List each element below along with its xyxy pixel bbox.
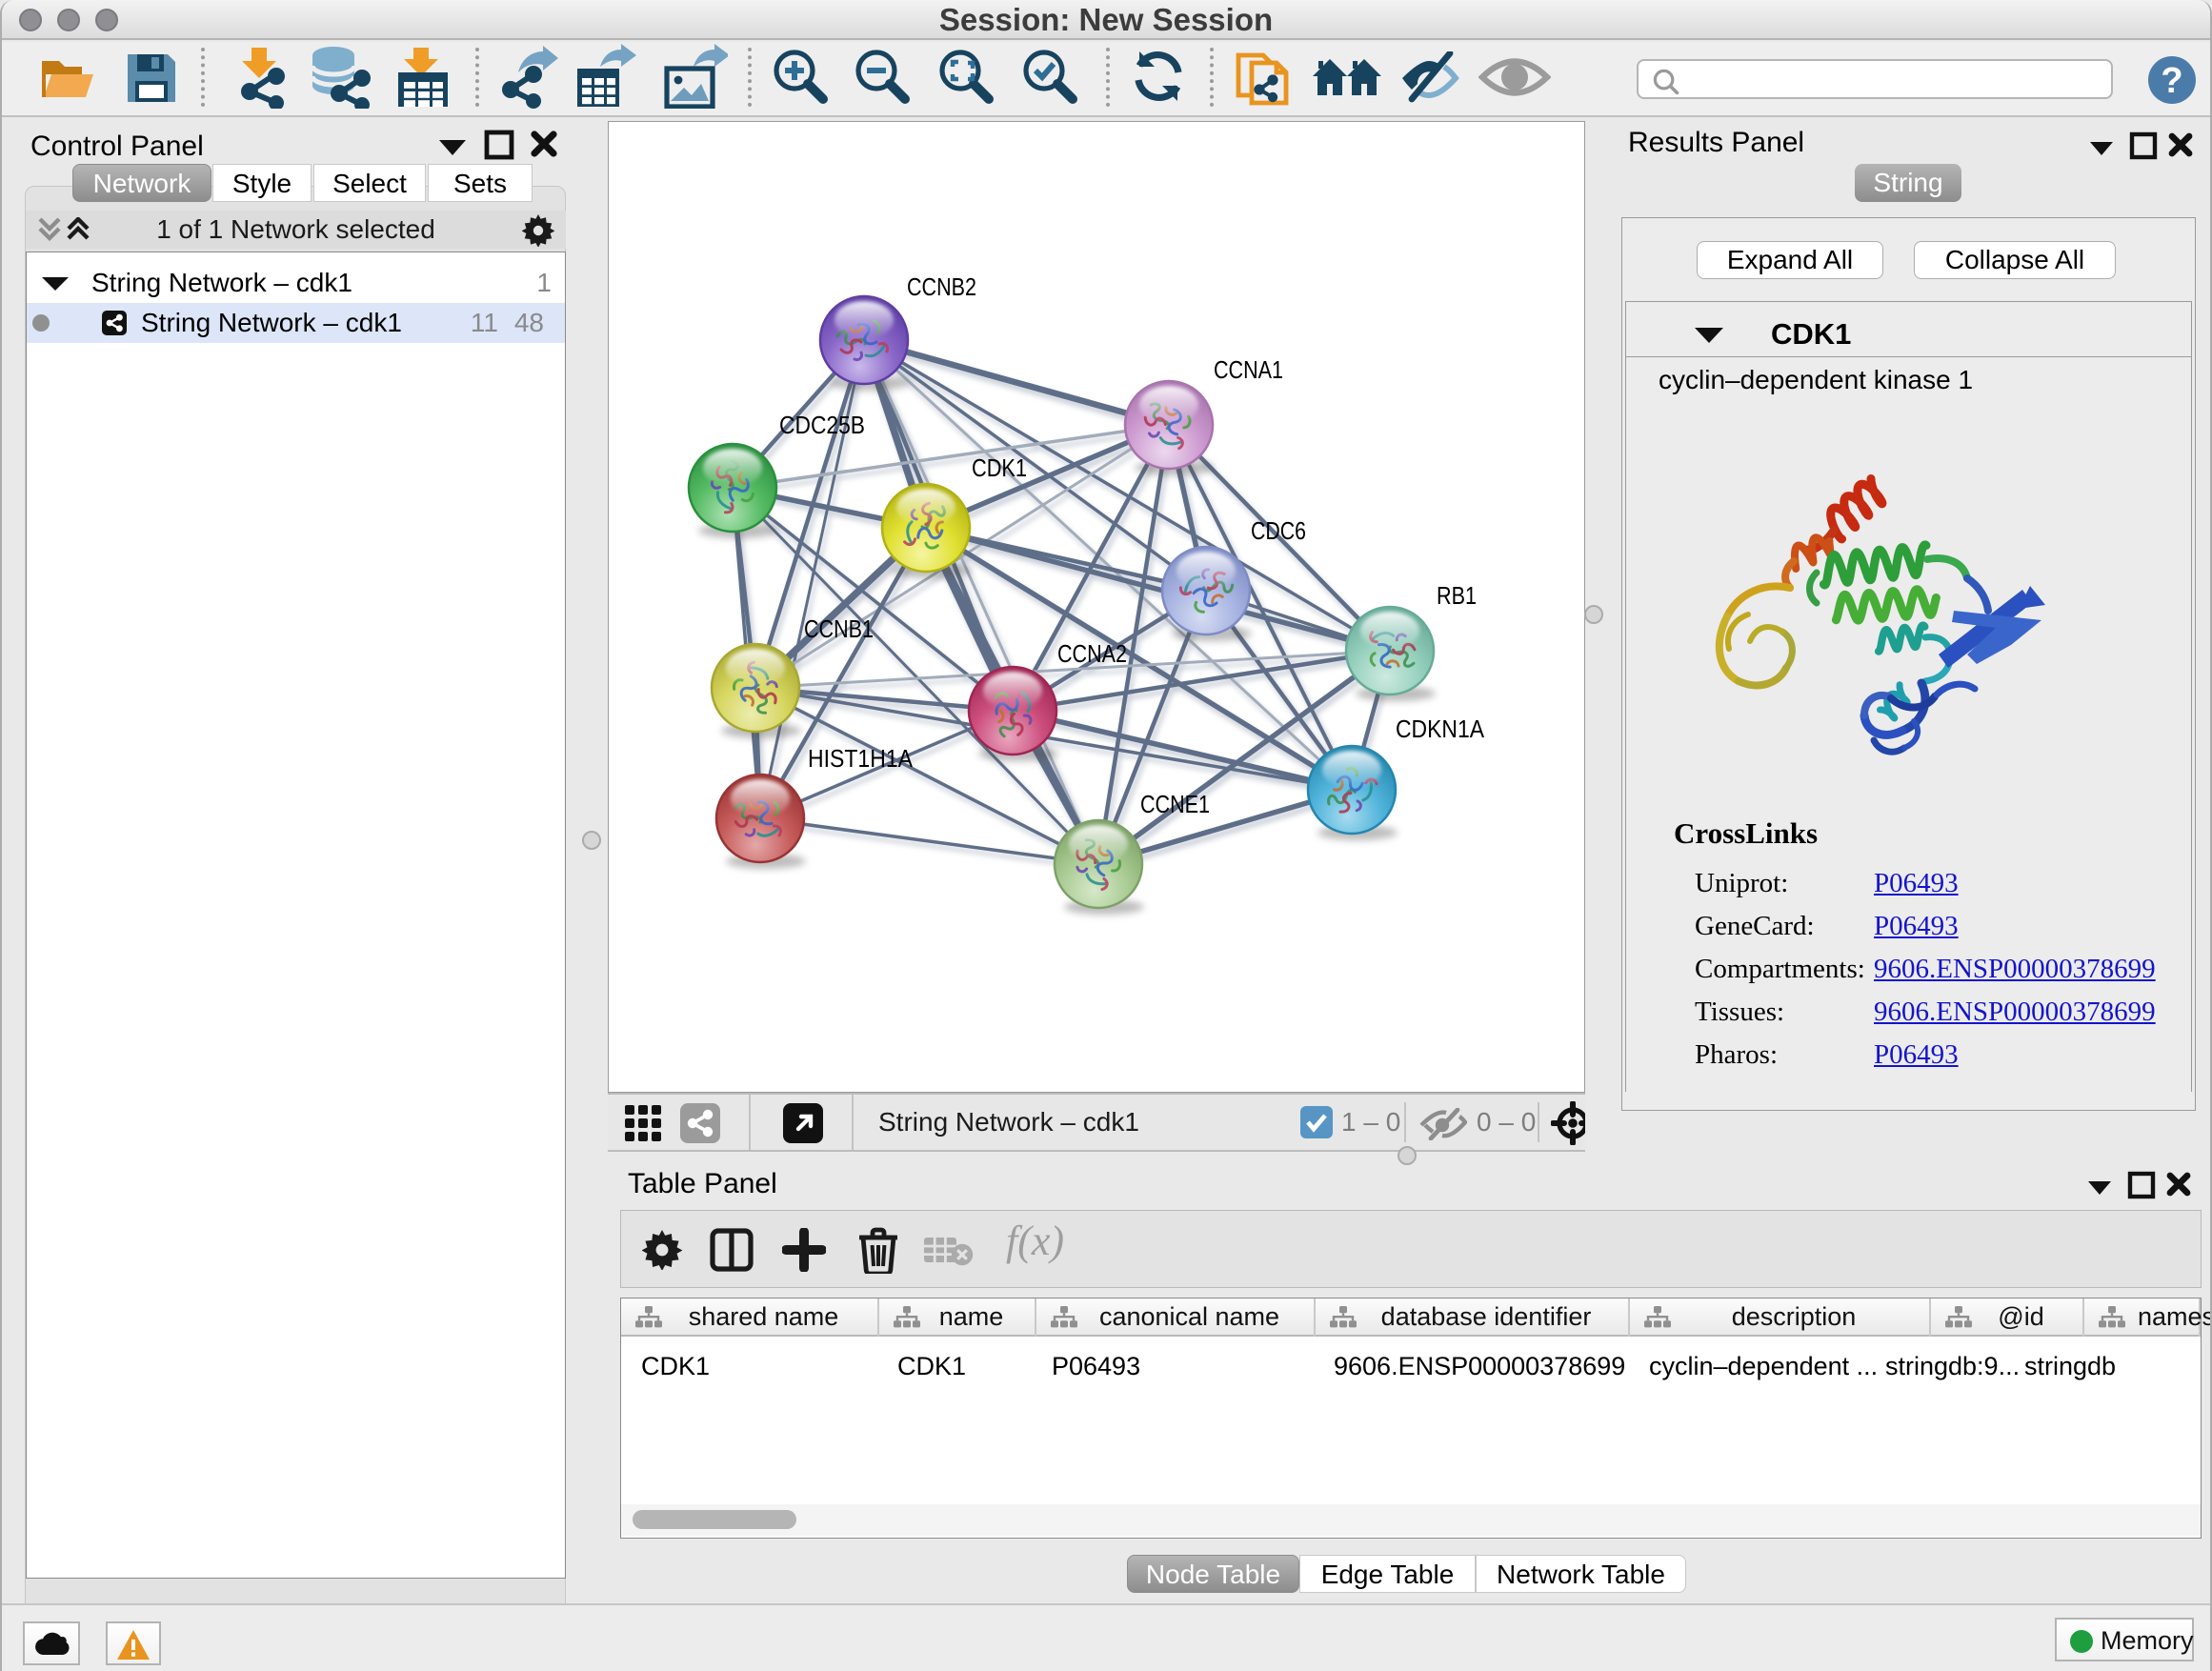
svg-text:CCNA2: CCNA2 bbox=[1057, 639, 1127, 668]
svg-text:RB1: RB1 bbox=[1437, 581, 1477, 610]
svg-text:CCNA1: CCNA1 bbox=[1214, 355, 1283, 384]
svg-text:?: ? bbox=[2161, 61, 2182, 101]
svg-text:CCNB1: CCNB1 bbox=[804, 614, 874, 643]
svg-text:CDC25B: CDC25B bbox=[779, 411, 865, 439]
svg-text:HIST1H1A: HIST1H1A bbox=[808, 744, 914, 773]
svg-text:CDKN1A: CDKN1A bbox=[1396, 715, 1485, 743]
svg-text:CDK1: CDK1 bbox=[972, 453, 1027, 482]
svg-text:CCNE1: CCNE1 bbox=[1140, 790, 1210, 818]
svg-text:CCNB2: CCNB2 bbox=[907, 272, 976, 301]
svg-text:CDC6: CDC6 bbox=[1251, 516, 1306, 545]
